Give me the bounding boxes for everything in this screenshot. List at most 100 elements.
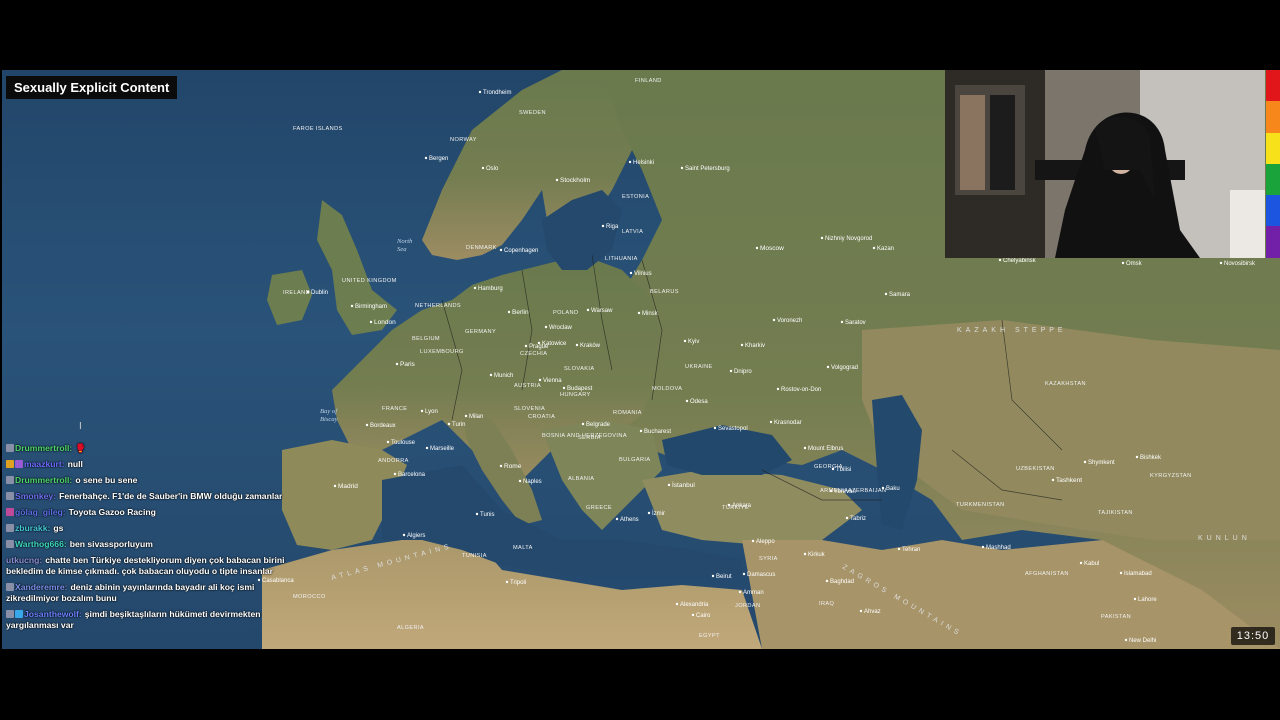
chat-text: null <box>67 458 83 469</box>
country-label-greece: GREECE <box>586 505 612 511</box>
country-label-faroe: FAROE ISLANDS <box>293 126 343 132</box>
city-label-tehran: Tehran <box>902 547 920 553</box>
city-marker <box>872 246 876 250</box>
chat-username[interactable]: Drummertroll: <box>15 475 72 485</box>
city-label-volgograd: Volgograd <box>831 365 858 371</box>
chat-username[interactable]: Warthog666: <box>15 539 67 549</box>
city-label-bergen: Bergen <box>429 156 448 162</box>
city-marker <box>639 429 643 433</box>
country-label-armenia: ARMENIA <box>820 488 848 494</box>
country-label-kyrgyzstan: KYRGYZSTAN <box>1150 473 1192 479</box>
city-label-samara: Samara <box>889 292 911 298</box>
city-label-tripoli: Tripoli <box>510 580 526 586</box>
city-marker <box>1051 478 1055 482</box>
chat-message: Warthog666: ben sivassporluyum <box>6 536 296 552</box>
country-label-germany: GERMANY <box>465 329 496 335</box>
chat-badge-icon <box>6 609 14 618</box>
city-marker <box>1119 571 1123 575</box>
city-marker <box>555 178 559 182</box>
chat-badge-icon <box>6 491 14 500</box>
chat-message: zburakk: gs <box>6 520 296 536</box>
city-marker <box>981 545 985 549</box>
city-marker <box>667 483 671 487</box>
city-marker <box>685 399 689 403</box>
text-cursor-icon: I <box>79 421 82 432</box>
chat-username[interactable]: maazkurt: <box>24 459 65 469</box>
city-label-moscow: Moscow <box>760 245 784 252</box>
chat-username[interactable]: Drummertroll: <box>15 443 72 453</box>
chat-message: Smonkey: Fenerbahçe. F1'de de Sauber'in B… <box>6 488 296 504</box>
city-marker <box>447 422 451 426</box>
region-label-atlas: ATLAS MOUNTAINS <box>331 543 454 582</box>
city-label-warsaw: Warsaw <box>591 308 613 314</box>
city-marker <box>1121 261 1125 265</box>
city-label-dnipro: Dnipro <box>734 369 752 375</box>
country-label-tajikistan: TAJIKISTAN <box>1098 510 1133 516</box>
city-marker <box>840 320 844 324</box>
country-label-norway: NORWAY <box>450 137 477 143</box>
chat-badge-icon <box>6 539 14 548</box>
city-marker <box>637 311 641 315</box>
city-marker <box>386 440 390 444</box>
country-label-andorra: ANDORRA <box>378 458 409 464</box>
city-label-cairo: Cairo <box>696 613 711 619</box>
chat-username[interactable]: Xanderemre: <box>15 582 68 592</box>
region-label-zagros: ZAGROS MOUNTAINS <box>841 564 963 639</box>
chat-message: Drummertroll: o sene bu sene <box>6 472 296 488</box>
city-marker <box>601 224 605 228</box>
city-label-chelyabinsk: Chelyabinsk <box>1003 258 1037 264</box>
city-label-bordeaux: Bordeaux <box>370 423 396 429</box>
country-label-france: FRANCE <box>382 406 407 412</box>
city-label-madrid: Madrid <box>338 483 358 490</box>
country-label-sweden: SWEDEN <box>519 110 546 116</box>
city-label-mashhad: Mashhad <box>986 545 1011 551</box>
city-marker <box>464 414 468 418</box>
city-label-tabriz: Tabriz <box>850 516 866 522</box>
city-marker <box>769 420 773 424</box>
city-marker <box>1219 261 1223 265</box>
chat-text: Fenerbahçe. F1'de de Sauber'in BMW olduğ… <box>59 490 283 501</box>
chat-badge-icon <box>15 459 23 468</box>
city-label-wroclaw: Wroclaw <box>549 325 573 331</box>
city-label-toulouse: Toulouse <box>391 440 416 446</box>
sea-label-north: North Sea <box>396 238 413 253</box>
city-label-rome: Rome <box>504 463 522 470</box>
chat-username[interactable]: zburakk: <box>15 523 50 533</box>
city-label-nizhny: Nizhniy Novgorod <box>825 236 872 242</box>
streamer-camera <box>945 70 1265 258</box>
chat-username[interactable]: Smonkey: <box>15 491 56 501</box>
city-marker <box>691 613 695 617</box>
country-label-moldova: MOLDOVA <box>652 386 682 392</box>
city-label-baghdad: Baghdad <box>830 579 854 585</box>
chat-username[interactable]: utkucng: <box>6 555 42 565</box>
country-label-serbia: SERBIA <box>578 435 601 441</box>
city-label-odesa: Odesa <box>690 399 708 405</box>
city-marker <box>1133 597 1137 601</box>
chat-badge-icon <box>15 609 23 618</box>
city-marker <box>884 292 888 296</box>
city-marker <box>489 373 493 377</box>
sea-label-biscay: Bay of Biscay <box>320 408 338 423</box>
country-label-estonia: ESTONIA <box>622 194 649 200</box>
city-label-amman: Amman <box>743 590 764 596</box>
pride-stripe <box>1266 101 1280 133</box>
city-label-kabul: Kabul <box>1084 561 1099 567</box>
country-label-jordan: JORDAN <box>735 603 760 609</box>
city-marker <box>1135 455 1139 459</box>
chat-username[interactable]: Josanthewolf: <box>24 609 82 619</box>
city-marker <box>575 343 579 347</box>
city-label-naples: Naples <box>523 479 542 485</box>
country-label-denmark: DENMARK <box>466 245 497 251</box>
chat-message: gölag_gileg: Toyota Gazoo Racing <box>6 504 296 520</box>
city-label-aleppo: Aleppo <box>756 539 775 545</box>
city-label-tunis: Tunis <box>480 512 494 518</box>
chat-text: o sene bu sene <box>75 474 138 485</box>
city-marker <box>507 310 511 314</box>
city-marker <box>544 325 548 329</box>
city-label-kazan: Kazan <box>877 246 894 252</box>
chat-username[interactable]: gölag_gileg: <box>15 507 66 517</box>
city-label-damascus: Damascus <box>747 572 775 578</box>
chat-text: gs <box>53 522 64 533</box>
country-label-malta: MALTA <box>513 545 533 551</box>
city-marker <box>333 484 337 488</box>
